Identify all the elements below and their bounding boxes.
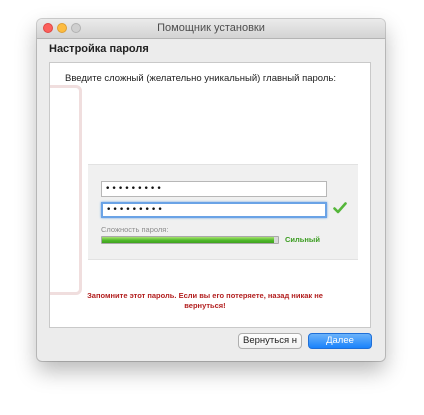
strength-value: Сильный — [285, 235, 320, 244]
password-field[interactable] — [101, 181, 327, 197]
setup-assistant-window: Помощник установки Настройка пароля Введ… — [37, 19, 385, 361]
strength-label: Сложность пароля: — [101, 225, 169, 234]
strength-meter-fill — [102, 237, 275, 243]
window-title: Помощник установки — [157, 22, 265, 34]
warning-text: Запомните этот пароль. Если вы его потер… — [87, 291, 323, 310]
instruction-text: Введите сложный (желательно уникальный) … — [65, 73, 336, 84]
next-button[interactable]: Далее — [308, 333, 372, 349]
password-panel: Сложность пароля: Сильный — [88, 164, 358, 260]
back-button[interactable]: Вернуться н — [238, 333, 302, 349]
content-pane: Введите сложный (желательно уникальный) … — [49, 62, 371, 328]
strength-meter — [101, 236, 279, 244]
password-confirm-field[interactable] — [101, 202, 327, 218]
lock-watermark-icon — [50, 85, 82, 295]
checkmark-icon — [333, 202, 347, 214]
section-title: Настройка пароля — [49, 43, 149, 55]
title-bar: Помощник установки — [37, 19, 385, 39]
